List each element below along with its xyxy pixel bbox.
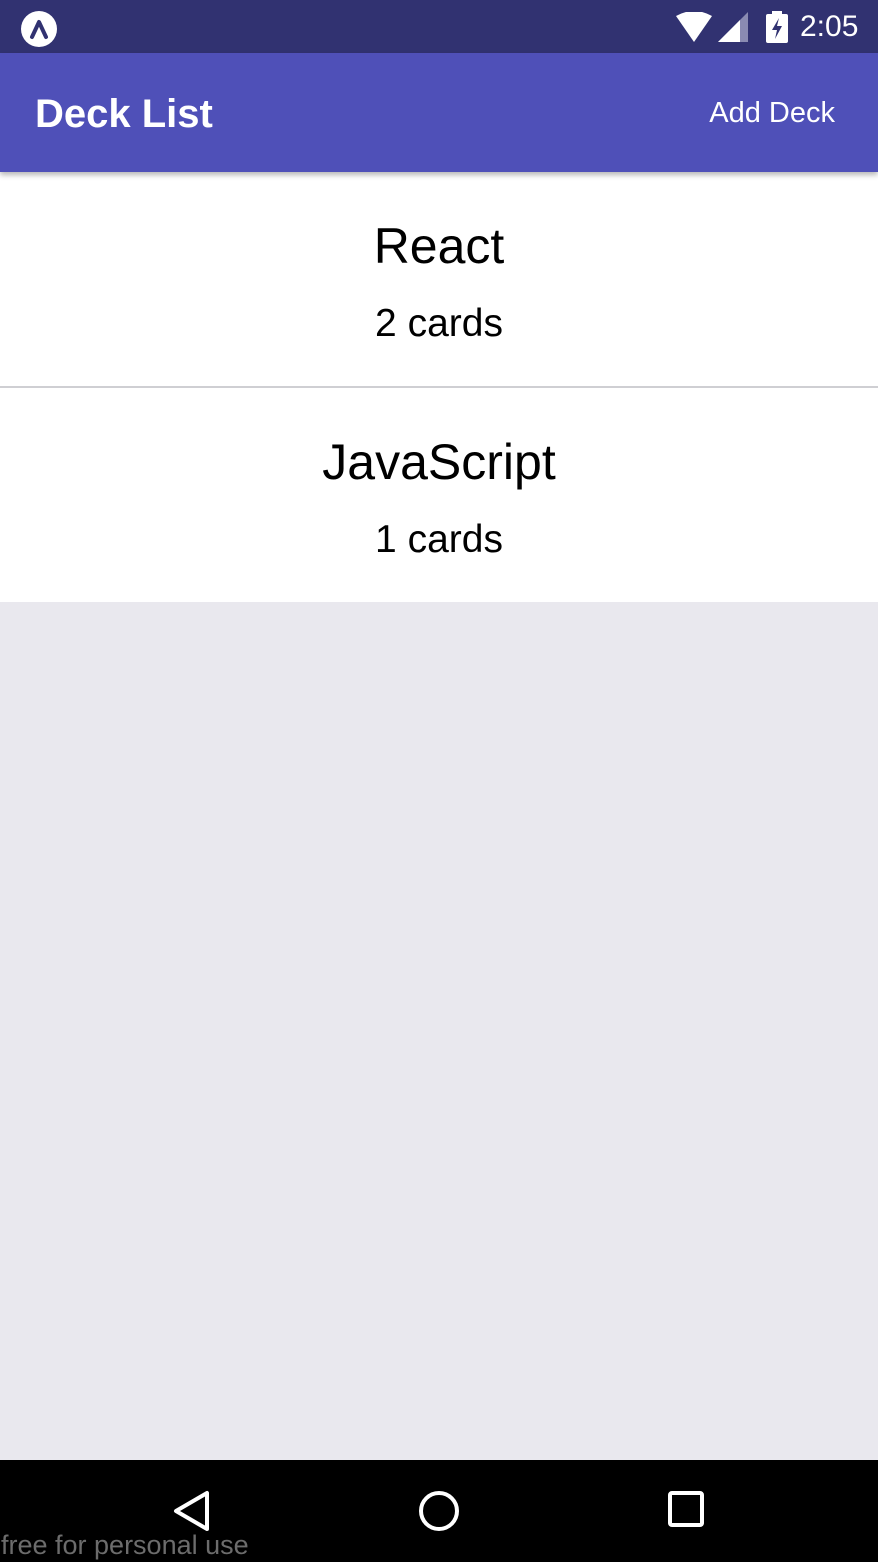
status-bar: 2:05 <box>0 0 878 53</box>
deck-list: React 2 cards JavaScript 1 cards <box>0 172 878 602</box>
deck-card-count: 2 cards <box>375 302 503 345</box>
deck-title: JavaScript <box>322 434 556 490</box>
expo-icon <box>21 11 57 47</box>
wifi-icon <box>676 12 712 42</box>
home-icon[interactable] <box>418 1490 460 1532</box>
deck-item-react[interactable]: React 2 cards <box>0 172 878 388</box>
back-icon[interactable] <box>172 1490 212 1532</box>
app-header: Deck List Add Deck <box>0 53 878 172</box>
status-time: 2:05 <box>800 10 859 43</box>
signal-icon <box>718 12 748 42</box>
deck-item-javascript[interactable]: JavaScript 1 cards <box>0 388 878 602</box>
deck-title: React <box>373 218 505 274</box>
deck-card-count: 1 cards <box>375 518 503 561</box>
watermark-text: free for personal use <box>1 1530 249 1560</box>
add-deck-button[interactable]: Add Deck <box>709 96 835 130</box>
recents-icon[interactable] <box>667 1490 705 1528</box>
page-title: Deck List <box>35 92 213 136</box>
battery-charging-icon <box>766 11 788 43</box>
